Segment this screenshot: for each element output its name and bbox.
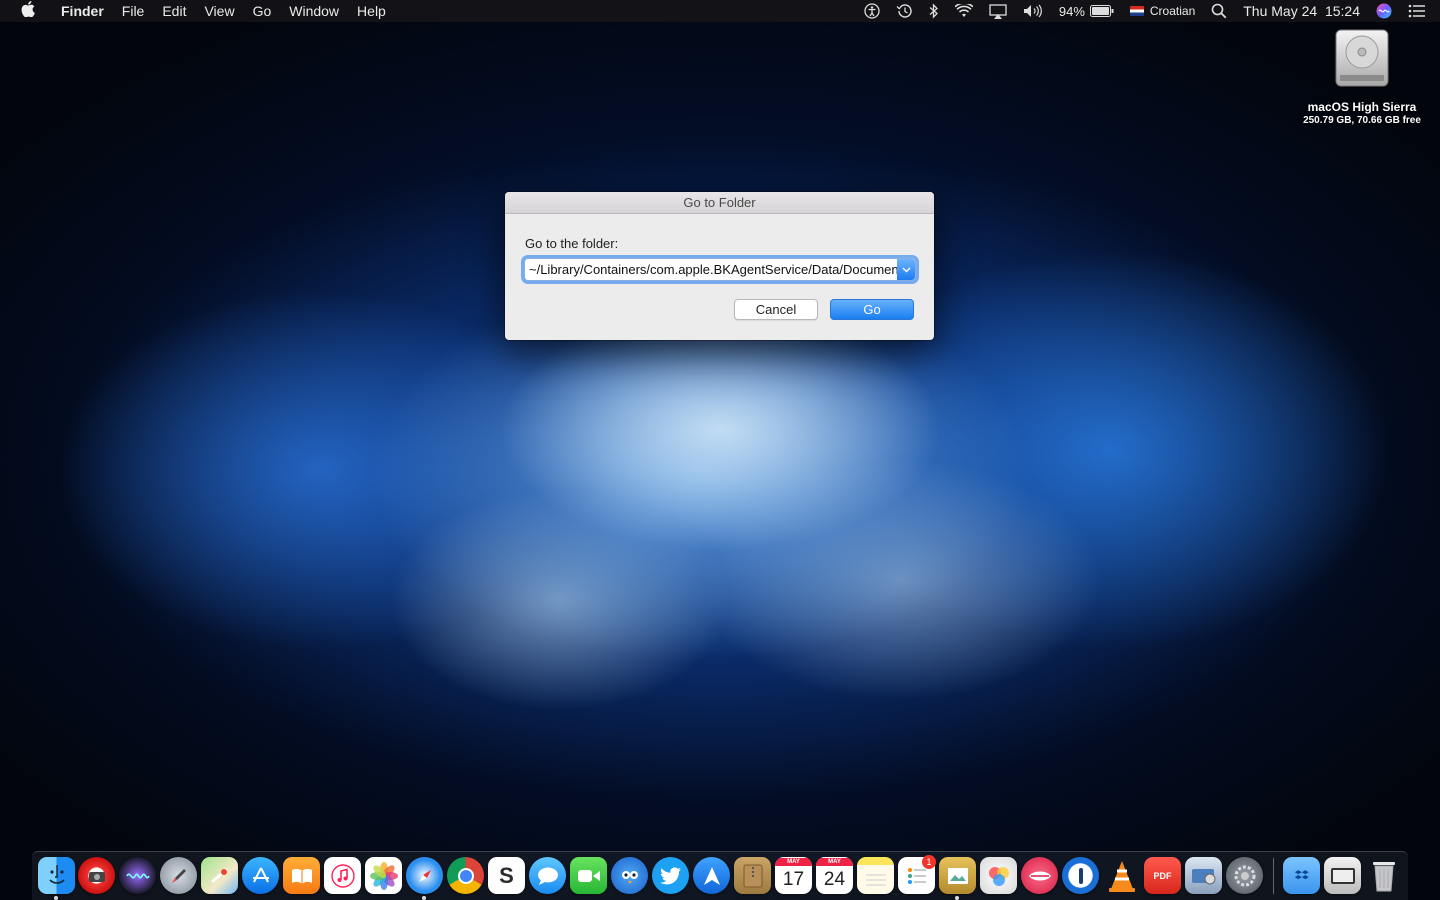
folder-path-input[interactable]	[525, 259, 897, 280]
clock[interactable]: Thu May 24 15:24	[1235, 3, 1368, 19]
calendar-day-label: 17	[782, 869, 805, 890]
safari-running-indicator	[422, 896, 426, 900]
menu-view[interactable]: View	[195, 3, 243, 19]
menu-finder[interactable]: Finder	[52, 3, 113, 19]
airplay-icon[interactable]	[981, 3, 1015, 19]
dock-separator	[1273, 858, 1274, 894]
hard-drive-icon	[1333, 28, 1391, 88]
notification-center-icon[interactable]	[1400, 4, 1440, 18]
downloads-stack-icon[interactable]	[1324, 857, 1361, 894]
1password-icon[interactable]	[1062, 857, 1099, 894]
calendar-month-label-2: MAY	[816, 858, 853, 866]
siri-icon[interactable]	[1368, 3, 1400, 19]
maps-icon[interactable]	[201, 857, 238, 894]
reminders-badge: 1	[922, 855, 936, 869]
desktop-wallpaper	[0, 0, 1440, 900]
menu-file[interactable]: File	[113, 3, 154, 19]
preview-icon[interactable]	[939, 857, 976, 894]
messages-icon[interactable]	[529, 857, 566, 894]
wifi-icon[interactable]	[947, 4, 981, 18]
calendar-month-label: MAY	[775, 858, 812, 866]
twitter-icon[interactable]	[652, 857, 689, 894]
dialog-title: Go to Folder	[505, 192, 934, 214]
preview-running-indicator	[955, 896, 959, 900]
go-button[interactable]: Go	[830, 299, 914, 320]
input-source-menu[interactable]: Croatian	[1122, 4, 1203, 18]
tweetbot-icon[interactable]	[611, 857, 648, 894]
itunes-icon[interactable]	[324, 857, 361, 894]
pixelmator-icon[interactable]	[980, 857, 1017, 894]
cancel-button[interactable]: Cancel	[734, 299, 818, 320]
chrome-icon[interactable]	[447, 857, 484, 894]
bluetooth-icon[interactable]	[921, 3, 947, 19]
volume-icon[interactable]	[1015, 4, 1051, 18]
safari-icon[interactable]	[406, 857, 443, 894]
calendar-icon-2[interactable]: MAY 24	[816, 857, 853, 894]
siri-app-icon[interactable]	[119, 857, 156, 894]
slack-icon[interactable]: S	[488, 857, 525, 894]
dropbox-folder-icon[interactable]	[1283, 857, 1320, 894]
navigation-app-icon[interactable]	[693, 857, 730, 894]
chevron-down-icon[interactable]	[897, 259, 915, 280]
drive-info: 250.79 GB, 70.66 GB free	[1303, 115, 1421, 126]
launchpad-icon[interactable]	[160, 857, 197, 894]
finder-running-indicator	[54, 896, 58, 900]
pdf-expert-icon[interactable]: PDF	[1144, 857, 1181, 894]
menu-window[interactable]: Window	[280, 3, 348, 19]
menu-edit[interactable]: Edit	[153, 3, 195, 19]
books-icon[interactable]	[283, 857, 320, 894]
notes-icon[interactable]	[857, 857, 894, 894]
finder-icon[interactable]	[38, 857, 75, 894]
kiwi-mail-icon[interactable]	[1021, 857, 1058, 894]
pdf-label: PDF	[1153, 870, 1172, 881]
accessibility-icon[interactable]	[856, 3, 888, 19]
photo-booth-icon[interactable]	[78, 857, 115, 894]
battery-status[interactable]: 94%	[1051, 4, 1122, 19]
status-menus: 94% Croatian Thu May 24 15:24	[856, 0, 1440, 22]
image-capture-icon[interactable]	[1185, 857, 1222, 894]
app-store-icon[interactable]	[242, 857, 279, 894]
system-preferences-icon[interactable]	[1226, 857, 1263, 894]
calendar-icon-1[interactable]: MAY 17	[775, 857, 812, 894]
desktop-drive-icon[interactable]: macOS High Sierra 250.79 GB, 70.66 GB fr…	[1296, 28, 1428, 126]
battery-percentage: 94%	[1058, 3, 1085, 19]
folder-path-combobox[interactable]	[524, 258, 916, 281]
drive-name: macOS High Sierra	[1307, 100, 1417, 114]
menu-go[interactable]: Go	[244, 3, 281, 19]
photos-icon[interactable]	[365, 857, 402, 894]
menu-help[interactable]: Help	[348, 3, 395, 19]
battery-icon	[1089, 5, 1114, 17]
spotlight-search-icon[interactable]	[1203, 3, 1235, 19]
croatian-flag-icon	[1129, 6, 1144, 16]
apple-menu-icon[interactable]	[18, 0, 38, 22]
trash-icon[interactable]	[1365, 857, 1402, 894]
menu-bar: Finder File Edit View Go Window Help 94%	[0, 0, 1440, 22]
dialog-prompt: Go to the folder:	[525, 236, 619, 251]
archive-utility-icon[interactable]	[734, 857, 771, 894]
time-machine-icon[interactable]	[888, 3, 921, 19]
calendar-day-label-2: 24	[823, 869, 846, 890]
facetime-icon[interactable]	[570, 857, 607, 894]
input-source-label: Croatian	[1149, 4, 1196, 18]
dock: S MAY 17 MAY 24 1 PDF	[32, 851, 1408, 900]
go-to-folder-dialog: Go to Folder Go to the folder: Cancel Go	[505, 192, 934, 340]
vlc-icon[interactable]	[1103, 857, 1140, 894]
